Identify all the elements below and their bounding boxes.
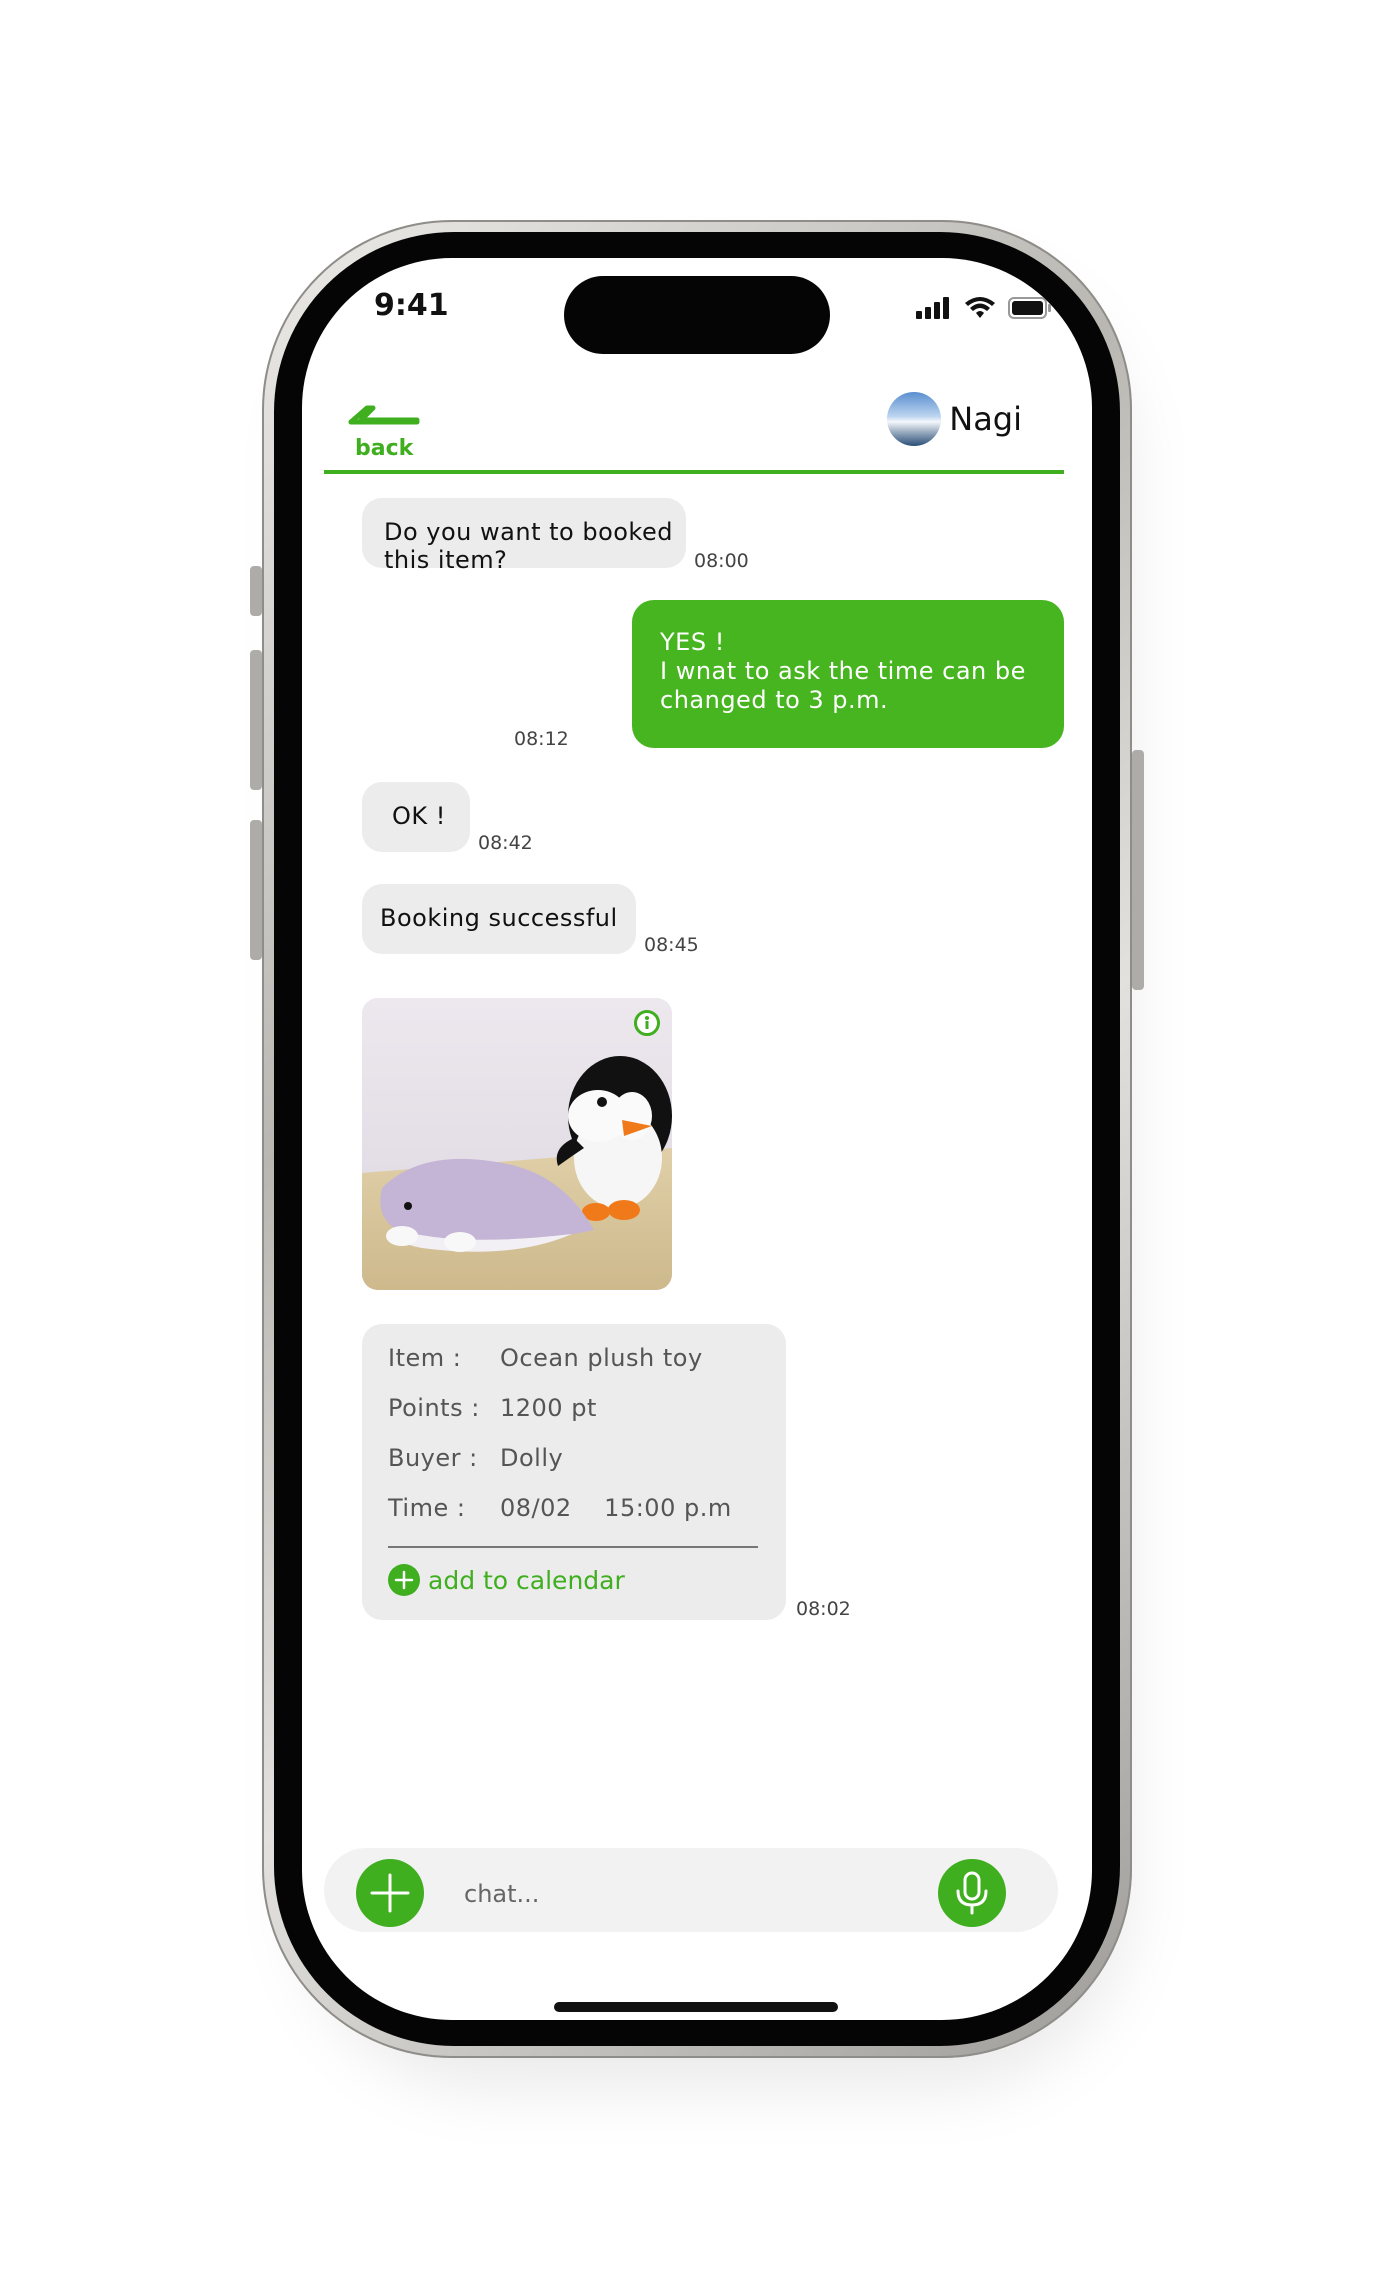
contact-name: Nagi <box>949 400 1022 438</box>
message-bubble-outgoing: YES ! I wnat to ask the time can be chan… <box>632 600 1064 748</box>
volume-down-button <box>250 820 262 960</box>
status-icons <box>916 296 1052 320</box>
plus-glyph <box>394 1570 414 1590</box>
detail-row-item: Item : Ocean plush toy <box>388 1344 702 1372</box>
back-label: back <box>355 436 414 461</box>
header-divider <box>324 470 1064 474</box>
message-text: OK ! <box>392 802 446 830</box>
status-time: 9:41 <box>374 288 449 323</box>
wifi-icon <box>965 297 995 318</box>
home-indicator[interactable] <box>554 2002 838 2012</box>
message-timestamp: 08:00 <box>694 550 749 572</box>
signal-icon <box>916 297 949 319</box>
detail-label: Time : <box>388 1494 466 1522</box>
avatar <box>887 392 942 446</box>
card-divider <box>388 1546 758 1548</box>
plus-icon <box>370 1873 410 1913</box>
detail-value: Ocean plush toy <box>500 1344 703 1372</box>
screen: 9:41 back Nagi Do you want to booked thi… <box>302 258 1092 2020</box>
back-arrow-icon <box>348 405 420 425</box>
booking-details-card: Item : Ocean plush toy Points : 1200 pt … <box>362 1324 786 1620</box>
detail-label: Points : <box>388 1394 480 1422</box>
detail-value: Dolly <box>500 1444 564 1472</box>
message-text: Do you want to booked this item? <box>384 518 673 574</box>
add-to-calendar-button[interactable]: add to calendar <box>388 1564 625 1596</box>
detail-value: 08/02 15:00 p.m <box>500 1494 732 1522</box>
plush-toy-photo <box>362 998 672 1290</box>
message-text-line: I wnat to ask the time can be <box>660 657 1026 685</box>
action-button <box>250 566 262 616</box>
stage: 9:41 back Nagi Do you want to booked thi… <box>0 0 1394 2292</box>
detail-row-time: Time : 08/02 15:00 p.m <box>388 1494 731 1522</box>
plus-circle-icon <box>388 1564 420 1596</box>
message-text-line: changed to 3 p.m. <box>660 686 889 714</box>
chat-input[interactable] <box>462 1871 866 1917</box>
contact-header[interactable]: Nagi <box>887 392 1022 446</box>
mic-icon <box>956 1871 988 1915</box>
mic-button[interactable] <box>938 1859 1006 1927</box>
detail-value: 1200 pt <box>500 1394 597 1422</box>
battery-icon <box>1008 297 1051 319</box>
info-icon[interactable] <box>634 1010 660 1036</box>
detail-label: Item : <box>388 1344 462 1372</box>
back-button[interactable]: back <box>347 398 437 468</box>
detail-label: Buyer : <box>388 1444 478 1472</box>
volume-up-button <box>250 650 262 790</box>
attach-plus-button[interactable] <box>356 1859 424 1927</box>
power-button <box>1132 750 1144 990</box>
detail-row-buyer: Buyer : Dolly <box>388 1444 563 1472</box>
message-timestamp: 08:42 <box>478 832 533 854</box>
info-glyph <box>645 1016 649 1029</box>
message-text: Booking successful <box>380 904 618 932</box>
detail-row-points: Points : 1200 pt <box>388 1394 596 1422</box>
message-timestamp: 08:02 <box>796 1598 851 1620</box>
message-text-line: YES ! <box>660 628 725 656</box>
message-bubble-incoming: OK ! <box>362 782 470 852</box>
add-to-calendar-label: add to calendar <box>428 1565 625 1595</box>
message-bubble-incoming: Booking successful <box>362 884 636 954</box>
message-bubble-incoming: Do you want to booked this item? <box>362 498 686 574</box>
message-timestamp: 08:12 <box>514 728 569 750</box>
message-timestamp: 08:45 <box>644 934 699 956</box>
product-image[interactable] <box>362 998 672 1290</box>
dynamic-island <box>564 276 830 354</box>
